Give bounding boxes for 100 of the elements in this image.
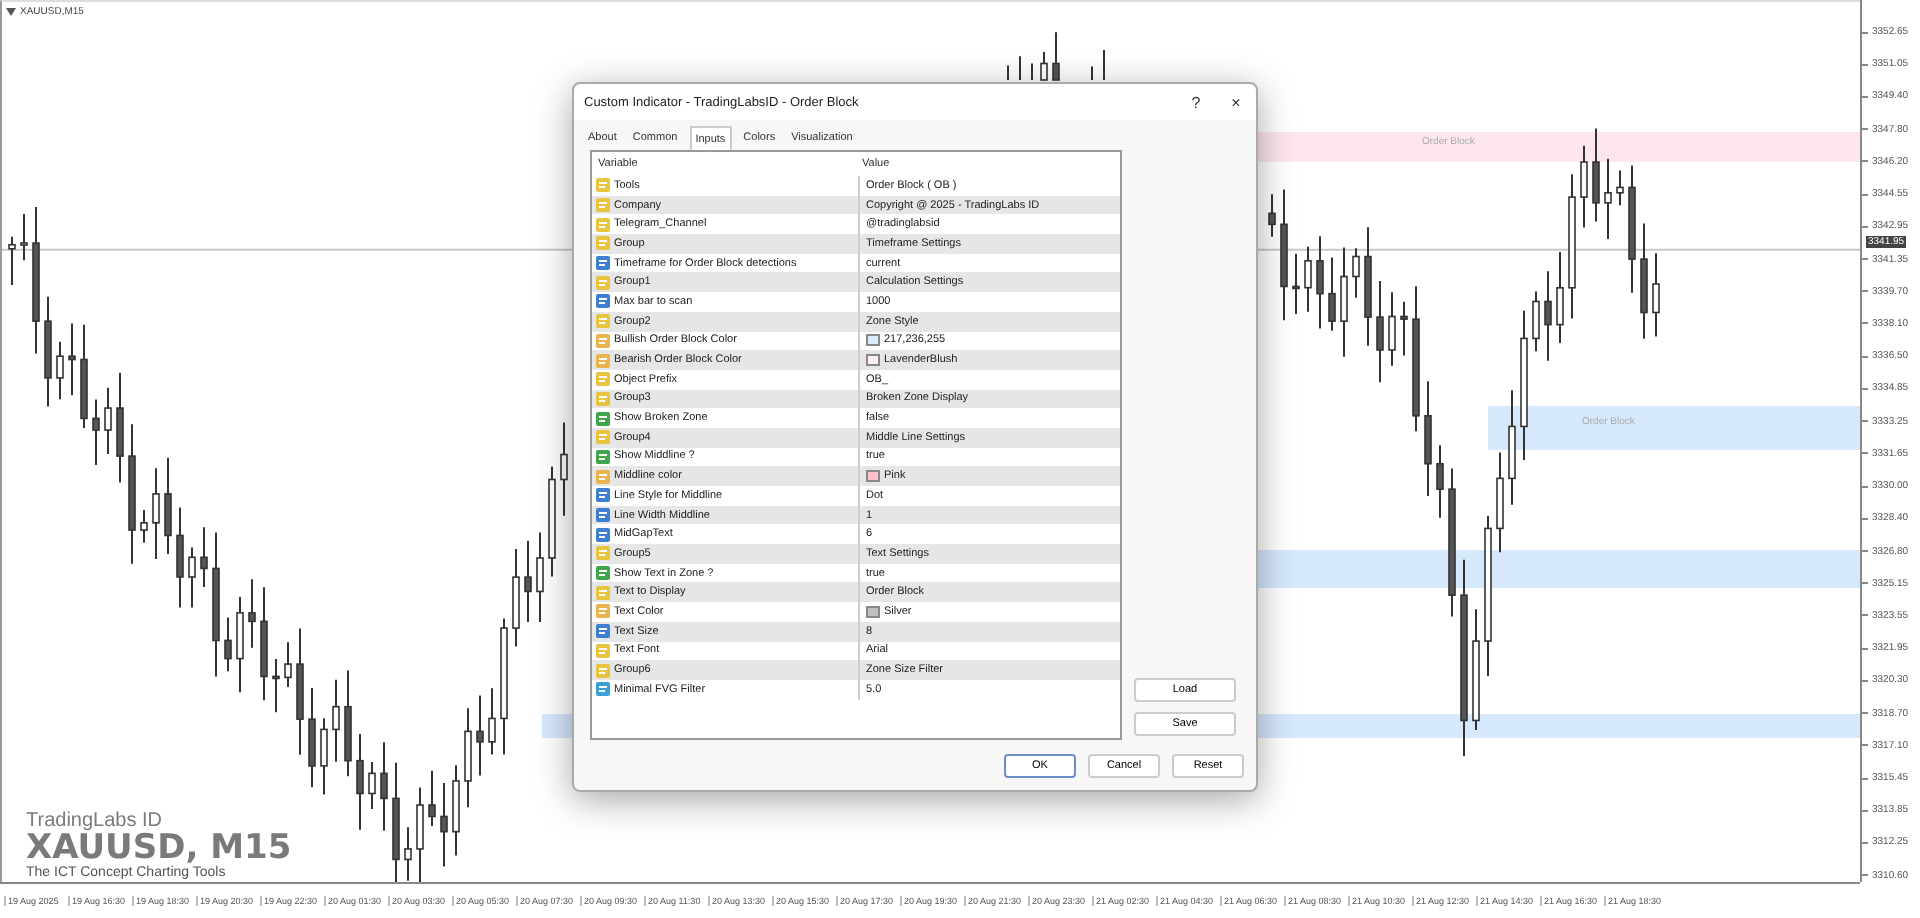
candle — [488, 687, 496, 756]
candle — [380, 741, 388, 832]
candle — [1628, 164, 1636, 294]
candle — [188, 546, 196, 609]
candle — [1352, 247, 1360, 299]
text-type-icon — [596, 372, 610, 387]
candle — [356, 732, 364, 831]
candle — [1532, 290, 1540, 353]
color-type-icon — [596, 353, 610, 368]
candle — [464, 707, 472, 809]
help-button[interactable]: ? — [1176, 93, 1216, 111]
number-type-icon — [596, 488, 610, 503]
text-type-icon — [596, 391, 610, 406]
candle — [1580, 144, 1588, 229]
text-type-icon — [596, 430, 610, 445]
candle — [1376, 280, 1384, 384]
candle — [260, 586, 268, 702]
candle — [536, 531, 544, 623]
text-type-icon — [596, 643, 610, 658]
candle — [344, 669, 352, 778]
candle — [368, 761, 376, 811]
candle — [1508, 389, 1516, 506]
candle — [128, 423, 136, 565]
text-type-icon — [596, 314, 610, 329]
candle — [20, 212, 28, 262]
candle — [116, 371, 124, 484]
number-type-icon — [596, 256, 610, 271]
candle — [80, 323, 88, 429]
candle — [404, 826, 412, 882]
candle — [1340, 246, 1348, 358]
candle — [332, 678, 340, 763]
candle — [1436, 444, 1444, 519]
text-type-icon — [596, 663, 610, 678]
candle — [1268, 193, 1276, 238]
boolean-type-icon — [596, 411, 610, 426]
candle — [500, 617, 508, 756]
candle — [56, 340, 64, 401]
candle — [476, 694, 484, 777]
text-type-icon — [596, 178, 610, 193]
candle — [200, 526, 208, 588]
candle — [152, 467, 160, 560]
brand-name: TradingLabs ID — [26, 810, 162, 832]
candle — [392, 761, 400, 882]
candle — [1052, 31, 1060, 81]
close-button[interactable]: × — [1216, 93, 1256, 111]
number-type-icon — [596, 508, 610, 523]
candle — [512, 548, 520, 648]
candle — [272, 658, 280, 714]
candle — [560, 421, 568, 517]
candle — [224, 616, 232, 673]
text-type-icon — [596, 546, 610, 561]
text-type-icon — [596, 198, 610, 213]
candle — [1556, 250, 1564, 345]
candle — [548, 465, 556, 578]
candle — [524, 539, 532, 623]
candle — [140, 509, 148, 544]
candle — [296, 627, 304, 756]
decimal-type-icon — [596, 682, 610, 697]
candle — [104, 386, 112, 455]
candle — [428, 769, 436, 828]
candle — [92, 398, 100, 466]
candle — [44, 295, 52, 408]
candle — [164, 456, 172, 555]
number-type-icon — [596, 294, 610, 309]
candle — [1616, 169, 1624, 207]
candle — [440, 782, 448, 868]
candle — [1364, 226, 1372, 347]
candle — [1280, 188, 1288, 322]
color-type-icon — [596, 469, 610, 484]
symbol-title: XAUUSD, M15 — [26, 832, 292, 866]
candle — [1304, 245, 1312, 313]
dropdown-icon[interactable] — [6, 8, 16, 16]
text-type-icon — [596, 236, 610, 251]
color-type-icon — [596, 604, 610, 619]
candle — [320, 717, 328, 796]
number-type-icon — [596, 527, 610, 542]
candle — [284, 641, 292, 689]
candle — [1652, 252, 1660, 338]
candle — [1592, 127, 1600, 223]
candle — [1472, 608, 1480, 731]
candle — [248, 578, 256, 649]
candle — [1292, 252, 1300, 315]
candle — [176, 506, 184, 609]
candle — [1496, 451, 1504, 554]
candle — [1640, 222, 1648, 340]
candle — [1400, 300, 1408, 357]
candle — [452, 764, 460, 857]
candle — [1544, 270, 1552, 362]
candle — [1328, 256, 1336, 332]
number-type-icon — [596, 624, 610, 639]
text-type-icon — [596, 275, 610, 290]
candle — [1316, 235, 1324, 330]
boolean-type-icon — [596, 449, 610, 464]
color-type-icon — [596, 333, 610, 348]
candle — [8, 235, 16, 287]
candle — [1604, 157, 1612, 240]
text-type-icon — [596, 585, 610, 600]
candle — [1424, 380, 1432, 498]
candle — [1388, 291, 1396, 367]
candle — [308, 687, 316, 789]
